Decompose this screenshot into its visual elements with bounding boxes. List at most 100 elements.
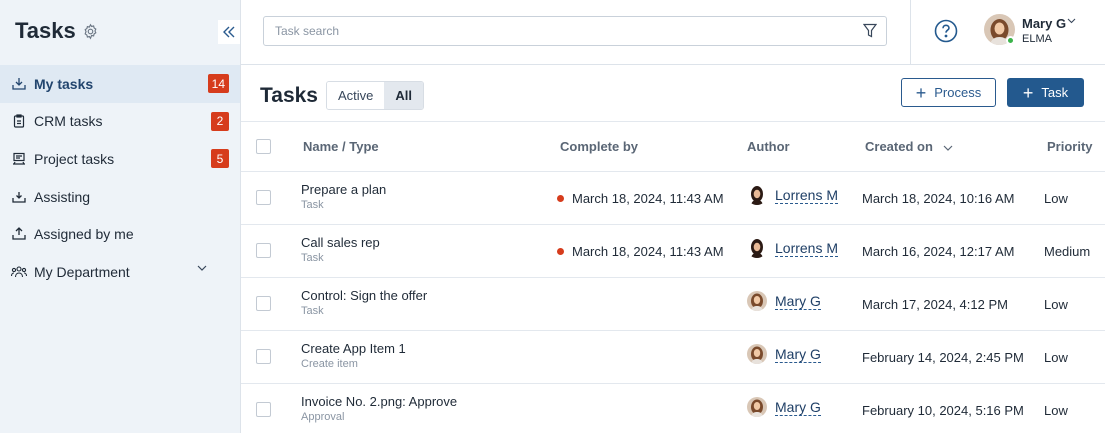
count-badge: 14 — [207, 74, 229, 93]
sidebar-item-project-tasks[interactable]: Project tasks 5 — [0, 140, 240, 178]
collapse-sidebar-button[interactable] — [218, 20, 240, 44]
count-badge: 2 — [211, 111, 229, 131]
select-all-checkbox[interactable] — [256, 139, 271, 154]
task-type: Create item — [301, 358, 358, 370]
online-status-dot — [1006, 36, 1015, 45]
complete-by: March 18, 2024, 11:43 AM — [557, 244, 724, 259]
task-name[interactable]: Create App Item 1 — [301, 341, 406, 356]
overdue-dot — [557, 248, 564, 255]
sidebar-item-my-department[interactable]: My Department — [0, 253, 240, 291]
add-task-button[interactable]: + Task — [1007, 78, 1084, 107]
sidebar-item-label: My tasks — [34, 75, 94, 92]
table-row[interactable]: Control: Sign the offer Task Mary G Marc… — [241, 278, 1105, 331]
top-bar: Mary G ELMA — [241, 0, 1105, 65]
gear-icon[interactable] — [82, 23, 99, 40]
row-checkbox[interactable] — [256, 349, 271, 364]
people-icon — [11, 264, 27, 280]
table-row[interactable]: Call sales rep Task March 18, 2024, 11:4… — [241, 225, 1105, 278]
priority: Low — [1044, 191, 1068, 206]
upload-icon — [11, 226, 27, 242]
author[interactable]: Mary G — [747, 344, 821, 364]
created-on: February 10, 2024, 5:16 PM — [862, 403, 1024, 418]
user-org: ELMA — [1022, 33, 1052, 45]
row-checkbox[interactable] — [256, 243, 271, 258]
column-name-type[interactable]: Name / Type — [303, 139, 379, 154]
sidebar-item-my-tasks[interactable]: My tasks 14 — [0, 65, 240, 103]
avatar — [747, 291, 767, 311]
priority: Low — [1044, 403, 1068, 418]
row-checkbox[interactable] — [256, 296, 271, 311]
avatar — [747, 397, 767, 417]
sidebar-item-crm-tasks[interactable]: CRM tasks 2 — [0, 103, 240, 141]
task-type: Task — [301, 305, 324, 317]
count-badge: 5 — [211, 149, 229, 169]
sidebar: Tasks My tasks 14 CRM tasks 2 Project ta… — [0, 0, 241, 433]
filter-icon[interactable] — [863, 23, 877, 39]
column-author[interactable]: Author — [747, 139, 790, 154]
table-header: Name / Type Complete by Author Created o… — [241, 121, 1105, 172]
sort-chevron-down-icon — [943, 145, 952, 151]
row-checkbox[interactable] — [256, 402, 271, 417]
avatar — [747, 238, 767, 258]
author-name[interactable]: Lorrens M — [775, 240, 839, 257]
add-process-button[interactable]: + Process — [901, 78, 996, 107]
overdue-dot — [557, 195, 564, 202]
author-name[interactable]: Mary G — [775, 346, 821, 363]
author[interactable]: Mary G — [747, 397, 821, 417]
created-on: March 17, 2024, 4:12 PM — [862, 297, 1008, 312]
task-name[interactable]: Prepare a plan — [301, 182, 386, 197]
column-created-on[interactable]: Created on — [865, 139, 953, 154]
column-label: Created on — [865, 139, 933, 154]
search-box — [263, 16, 887, 46]
task-name[interactable]: Invoice No. 2.png: Approve — [301, 394, 457, 409]
tasks-app: Tasks My tasks 14 CRM tasks 2 Project ta… — [0, 0, 1105, 433]
task-type: Task — [301, 252, 324, 264]
chevron-down-icon[interactable] — [1067, 18, 1076, 24]
filter-all-button[interactable]: All — [384, 82, 424, 109]
double-chevron-left-icon — [223, 26, 235, 38]
divider — [910, 0, 911, 65]
sidebar-nav: My tasks 14 CRM tasks 2 Project tasks 5 — [0, 65, 240, 291]
author-name[interactable]: Lorrens M — [775, 187, 839, 204]
author[interactable]: Lorrens M — [747, 238, 839, 258]
column-complete-by[interactable]: Complete by — [560, 139, 638, 154]
sidebar-header: Tasks — [15, 18, 99, 44]
task-type: Task — [301, 199, 324, 211]
task-type: Approval — [301, 411, 345, 423]
author[interactable]: Lorrens M — [747, 185, 839, 205]
sidebar-item-label: My Department — [34, 263, 130, 280]
created-on: February 14, 2024, 2:45 PM — [862, 350, 1024, 365]
process-button-label: Process — [934, 85, 982, 100]
avatar — [747, 185, 767, 205]
user-name: Mary G — [1022, 16, 1067, 31]
table-row[interactable]: Prepare a plan Task March 18, 2024, 11:4… — [241, 172, 1105, 225]
sidebar-item-label: Assisting — [34, 188, 91, 205]
plus-icon: + — [1022, 82, 1034, 103]
priority: Low — [1044, 350, 1068, 365]
author-name[interactable]: Mary G — [775, 293, 821, 310]
task-button-label: Task — [1041, 85, 1069, 100]
project-icon — [11, 151, 27, 167]
complete-by-text: March 18, 2024, 11:43 AM — [572, 244, 724, 259]
column-priority[interactable]: Priority — [1047, 139, 1093, 154]
task-name[interactable]: Call sales rep — [301, 235, 380, 250]
author[interactable]: Mary G — [747, 291, 821, 311]
search-input[interactable] — [275, 17, 855, 45]
inbox-download-icon — [11, 76, 27, 92]
task-name[interactable]: Control: Sign the offer — [301, 288, 427, 303]
table-row[interactable]: Invoice No. 2.png: Approve Approval Mary… — [241, 384, 1105, 433]
filter-active-button[interactable]: Active — [327, 82, 385, 109]
created-on: March 16, 2024, 12:17 AM — [862, 244, 1015, 259]
complete-by: March 18, 2024, 11:43 AM — [557, 191, 724, 206]
author-name[interactable]: Mary G — [775, 399, 821, 416]
table-row[interactable]: Create App Item 1 Create item Mary G Feb… — [241, 331, 1105, 384]
created-on: March 18, 2024, 10:16 AM — [862, 191, 1015, 206]
row-checkbox[interactable] — [256, 190, 271, 205]
filter-toggle: Active All — [326, 81, 425, 110]
chevron-down-icon[interactable] — [197, 265, 207, 271]
sidebar-item-assigned-by-me[interactable]: Assigned by me — [0, 215, 240, 253]
sidebar-item-assisting[interactable]: Assisting — [0, 178, 240, 216]
sidebar-item-label: Assigned by me — [34, 226, 134, 243]
help-icon[interactable] — [934, 19, 958, 43]
priority: Medium — [1044, 244, 1091, 259]
